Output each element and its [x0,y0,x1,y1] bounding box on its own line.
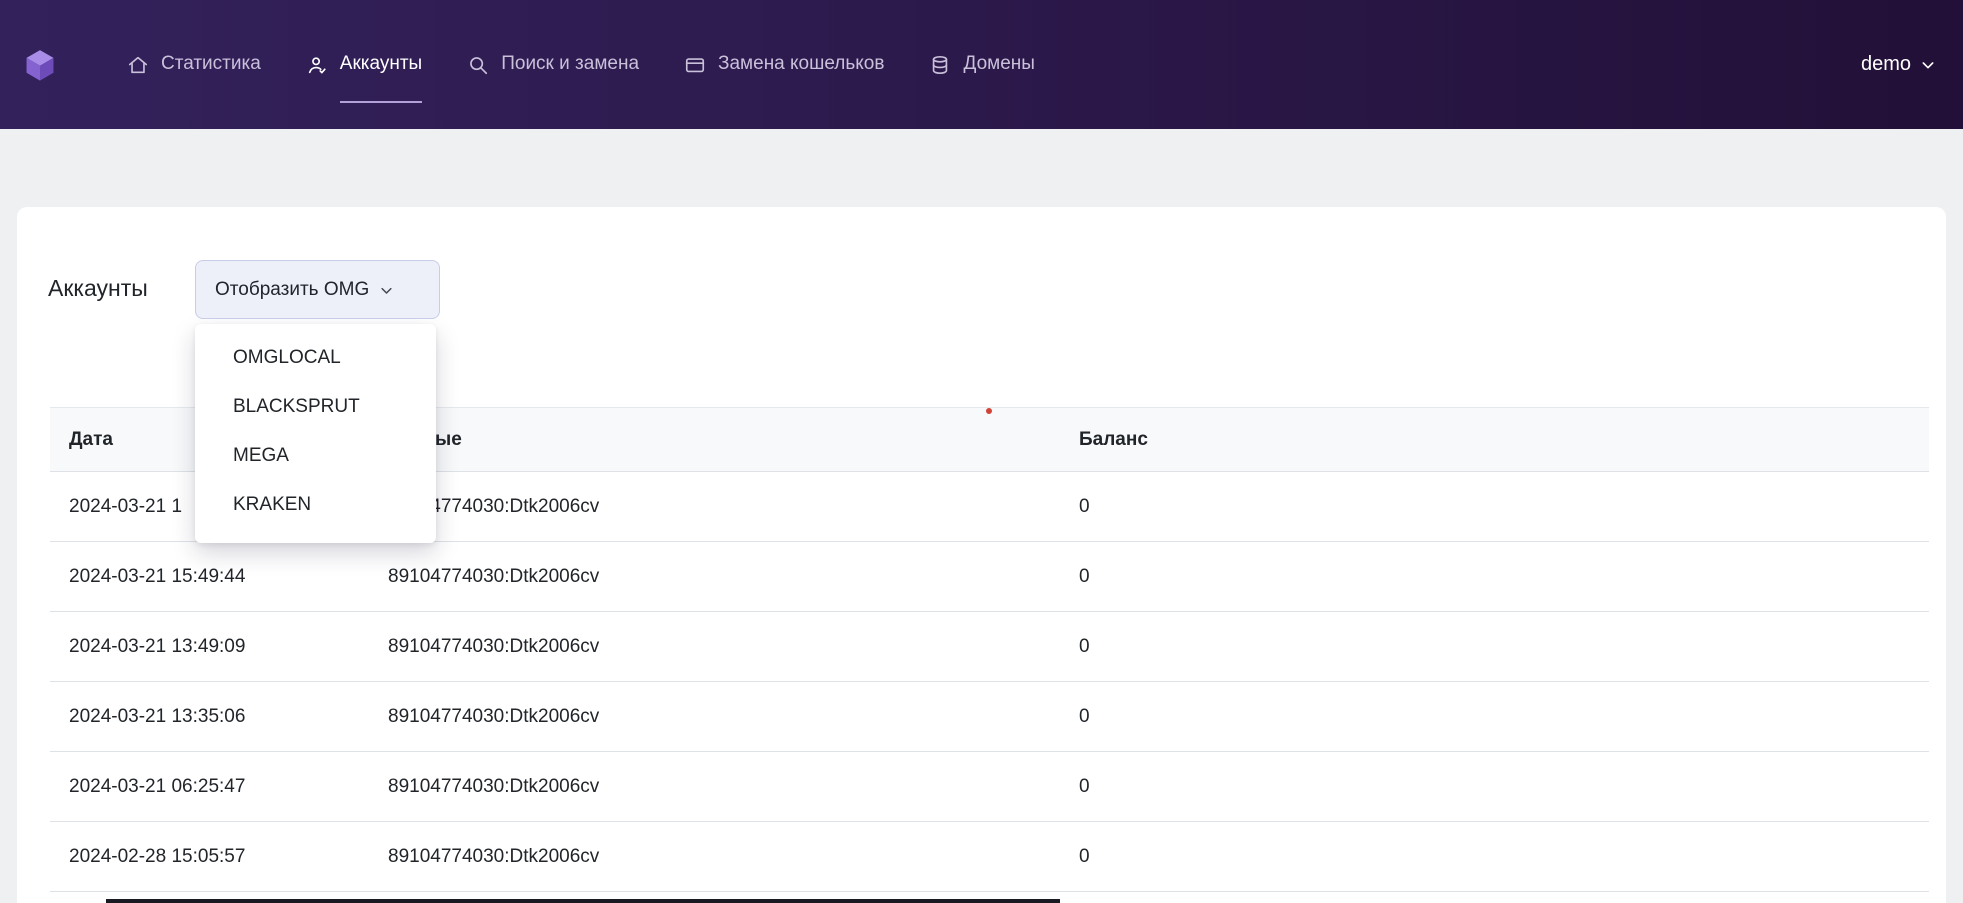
filter-dropdown-label: Отобразить OMG [215,279,369,301]
cell-data: 89104774030:Dtk2006cv [369,706,1060,728]
nav-item-statistics[interactable]: Статистика [127,53,261,77]
nav-menu: Статистика Аккаунты Поиск и замена [127,53,1035,77]
cell-data: 89104774030:Dtk2006cv [369,566,1060,588]
chevron-down-icon [379,281,394,298]
cell-date: 2024-03-21 13:49:09 [50,636,369,658]
cell-balance: 0 [1060,566,1929,588]
cell-balance: 0 [1060,636,1929,658]
home-icon [127,54,149,76]
cell-balance: 0 [1060,706,1929,728]
cell-balance: 0 [1060,846,1929,868]
nav-item-domains[interactable]: Домены [929,53,1034,77]
cell-balance: 0 [1060,496,1929,518]
nav-item-accounts[interactable]: Аккаунты [306,53,422,77]
nav-item-search-replace[interactable]: Поиск и замена [467,53,639,77]
cell-date: 2024-03-21 06:25:47 [50,776,369,798]
table-header-data: Данные [369,429,1060,451]
table-row: 2024-03-21 06:25:47 89104774030:Dtk2006c… [50,752,1929,822]
cell-date: 2024-03-21 15:49:44 [50,566,369,588]
red-dot-artifact [986,408,992,414]
table-row: 2024-02-28 15:05:57 89104774030:Dtk2006c… [50,822,1929,892]
brand-logo[interactable] [23,47,59,83]
nav-item-wallet-replace[interactable]: Замена кошельков [684,53,884,77]
user-menu-label: demo [1861,53,1911,76]
table-row: 2024-03-21 13:35:06 89104774030:Dtk2006c… [50,682,1929,752]
dropdown-option-omglocal[interactable]: OMGLOCAL [195,333,436,382]
dropdown-option-blacksprut[interactable]: BLACKSPRUT [195,382,436,431]
filter-dropdown-button[interactable]: Отобразить OMG [195,260,440,319]
navbar: Статистика Аккаунты Поиск и замена [0,0,1963,129]
table-row: 2024-03-21 13:49:09 89104774030:Dtk2006c… [50,612,1929,682]
bottom-edge-artifact [106,899,1060,903]
cell-date: 2024-03-21 13:35:06 [50,706,369,728]
cell-data: 89104774030:Dtk2006cv [369,496,1060,518]
chevron-down-icon [1920,57,1936,73]
filter-dropdown-menu: OMGLOCAL BLACKSPRUT MEGA KRAKEN [195,324,436,543]
cell-data: 89104774030:Dtk2006cv [369,846,1060,868]
cell-data: 89104774030:Dtk2006cv [369,636,1060,658]
cell-date: 2024-02-28 15:05:57 [50,846,369,868]
wallet-icon [684,54,706,76]
nav-item-label: Аккаунты [340,53,422,77]
nav-item-label: Домены [963,53,1034,77]
search-icon [467,54,489,76]
user-menu[interactable]: demo [1861,53,1936,76]
nav-item-label: Статистика [161,53,261,77]
dropdown-option-mega[interactable]: MEGA [195,431,436,480]
nav-item-label: Поиск и замена [501,53,639,77]
page-title: Аккаунты [48,275,148,302]
cell-data: 89104774030:Dtk2006cv [369,776,1060,798]
dropdown-option-kraken[interactable]: KRAKEN [195,480,436,529]
nav-item-label: Замена кошельков [718,53,884,77]
table-header-balance: Баланс [1060,429,1929,451]
cube-icon [23,48,57,82]
table-row: 2024-03-21 15:49:44 89104774030:Dtk2006c… [50,542,1929,612]
user-icon [306,54,328,76]
database-icon [929,54,951,76]
cell-balance: 0 [1060,776,1929,798]
